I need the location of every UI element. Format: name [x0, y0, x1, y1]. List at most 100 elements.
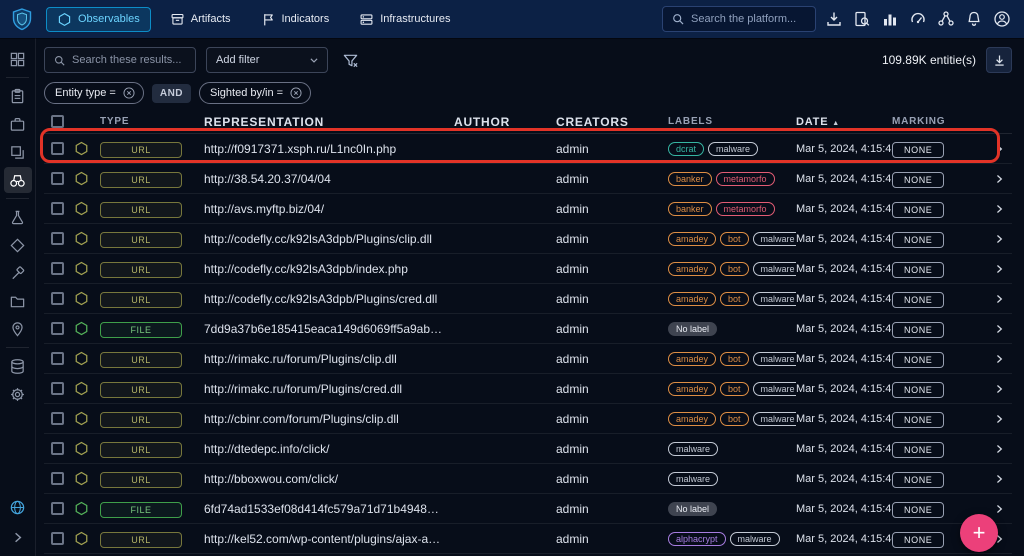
table-row[interactable]: FILE7dd9a37b6e185415eaca149d6069ff5a9abf… [44, 314, 1012, 344]
label-chip[interactable]: amadey [668, 352, 716, 366]
sidebar-item-data[interactable] [4, 353, 32, 379]
account-button[interactable] [990, 7, 1014, 31]
label-chip[interactable]: bot [720, 262, 749, 276]
label-chip[interactable]: malware [753, 352, 796, 366]
chevron-right-icon[interactable] [986, 352, 1012, 366]
column-header-date[interactable]: DATE ▲ [796, 116, 892, 128]
table-row[interactable]: URLhttp://codefly.cc/k92lsA3dpb/index.ph… [44, 254, 1012, 284]
table-row[interactable]: URLhttp://codefly.cc/k92lsA3dpb/Plugins/… [44, 284, 1012, 314]
column-header-author[interactable]: AUTHOR [454, 115, 556, 129]
table-row[interactable]: URLhttp://f0917371.xsph.ru/L1nc0In.phpad… [44, 134, 1012, 164]
filter-chip[interactable]: Entity type = [44, 82, 144, 104]
filter-chip[interactable]: Sighted by/in = [199, 82, 311, 104]
analytics-button[interactable] [878, 7, 902, 31]
sidebar-item-locations[interactable] [4, 316, 32, 342]
row-checkbox[interactable] [51, 352, 64, 365]
sidebar-item-techniques[interactable] [4, 260, 32, 286]
row-checkbox[interactable] [51, 472, 64, 485]
chevron-right-icon[interactable] [986, 412, 1012, 426]
chevron-right-icon[interactable] [986, 502, 1012, 516]
platform-search[interactable] [662, 6, 816, 32]
label-chip[interactable]: No label [668, 502, 717, 516]
row-checkbox[interactable] [51, 142, 64, 155]
label-chip[interactable]: amadey [668, 382, 716, 396]
connectors-button[interactable] [934, 7, 958, 31]
table-row[interactable]: FILE6fd74ad1533ef08d414fc579a71d71b4948a… [44, 494, 1012, 524]
tab-observables[interactable]: Observables [46, 7, 151, 32]
table-row[interactable]: URLhttp://cbinr.com/forum/Plugins/clip.d… [44, 404, 1012, 434]
add-filter-select[interactable]: Add filter [206, 47, 328, 73]
table-row[interactable]: URLhttp://dtedepc.info/click/adminmalwar… [44, 434, 1012, 464]
table-row[interactable]: URLhttp://rimakc.ru/forum/Plugins/cred.d… [44, 374, 1012, 404]
sidebar-item-dashboard[interactable] [4, 46, 32, 72]
table-row[interactable]: URLhttp://codefly.cc/k92lsA3dpb/Plugins/… [44, 224, 1012, 254]
dashboards-button[interactable] [906, 7, 930, 31]
sidebar-item-observations[interactable] [4, 167, 32, 193]
sidebar-item-analyses[interactable] [4, 83, 32, 109]
label-chip[interactable]: malware [668, 442, 718, 456]
chevron-right-icon[interactable] [986, 382, 1012, 396]
label-chip[interactable]: alphacrypt [668, 532, 726, 546]
label-chip[interactable]: bot [720, 352, 749, 366]
chevron-right-icon[interactable] [986, 442, 1012, 456]
select-all-checkbox[interactable] [51, 115, 64, 128]
table-row[interactable]: URLhttp://rimakc.ru/forum/Plugins/clip.d… [44, 344, 1012, 374]
label-chip[interactable]: malware [753, 382, 796, 396]
investigate-button[interactable] [850, 7, 874, 31]
results-search[interactable] [44, 47, 196, 73]
clear-filters-button[interactable] [338, 48, 362, 72]
opencti-logo[interactable] [10, 7, 34, 31]
row-checkbox[interactable] [51, 232, 64, 245]
sidebar-item-entities[interactable] [4, 288, 32, 314]
chevron-right-icon[interactable] [986, 472, 1012, 486]
remove-filter-icon[interactable] [122, 86, 136, 100]
remove-filter-icon[interactable] [289, 86, 303, 100]
notifications-button[interactable] [962, 7, 986, 31]
sidebar-item-threats[interactable] [4, 204, 32, 230]
row-checkbox[interactable] [51, 322, 64, 335]
chevron-right-icon[interactable] [986, 262, 1012, 276]
table-row[interactable]: URLhttp://38.54.20.37/04/04adminbankerme… [44, 164, 1012, 194]
row-checkbox[interactable] [51, 502, 64, 515]
label-chip[interactable]: malware [753, 292, 796, 306]
column-header-type[interactable]: TYPE [100, 116, 204, 127]
label-chip[interactable]: malware [708, 142, 758, 156]
tab-infrastructures[interactable]: Infrastructures [348, 7, 461, 32]
label-chip[interactable]: banker [668, 172, 712, 186]
sidebar-item-cases[interactable] [4, 111, 32, 137]
label-chip[interactable]: banker [668, 202, 712, 216]
column-header-labels[interactable]: LABELS [668, 116, 796, 127]
sidebar-language-button[interactable] [4, 494, 32, 520]
label-chip[interactable]: malware [753, 262, 796, 276]
row-checkbox[interactable] [51, 292, 64, 305]
platform-search-input[interactable] [691, 13, 807, 25]
row-checkbox[interactable] [51, 532, 64, 545]
chevron-right-icon[interactable] [986, 202, 1012, 216]
label-chip[interactable]: malware [668, 472, 718, 486]
export-download-button[interactable] [986, 47, 1012, 73]
row-checkbox[interactable] [51, 412, 64, 425]
row-checkbox[interactable] [51, 172, 64, 185]
chevron-right-icon[interactable] [986, 292, 1012, 306]
row-checkbox[interactable] [51, 202, 64, 215]
chevron-right-icon[interactable] [986, 322, 1012, 336]
label-chip[interactable]: bot [720, 292, 749, 306]
column-header-creators[interactable]: CREATORS [556, 115, 668, 129]
row-checkbox[interactable] [51, 442, 64, 455]
table-row[interactable]: URLhttp://avs.myftp.biz/04/adminbankerme… [44, 194, 1012, 224]
label-chip[interactable]: metamorfo [716, 202, 775, 216]
label-chip[interactable]: amadey [668, 412, 716, 426]
table-row[interactable]: URLhttp://bboxwou.com/click/adminmalware… [44, 464, 1012, 494]
add-observable-button[interactable]: + [960, 514, 998, 552]
column-header-representation[interactable]: REPRESENTATION [204, 115, 454, 129]
label-chip[interactable]: amadey [668, 262, 716, 276]
label-chip[interactable]: bot [720, 382, 749, 396]
label-chip[interactable]: bot [720, 412, 749, 426]
tab-artifacts[interactable]: Artifacts [159, 7, 242, 32]
label-chip[interactable]: malware [753, 232, 796, 246]
sidebar-expand-button[interactable] [4, 524, 32, 550]
chevron-right-icon[interactable] [986, 232, 1012, 246]
label-chip[interactable]: metamorfo [716, 172, 775, 186]
table-row[interactable]: URLhttp://kel52.com/wp-content/plugins/a… [44, 524, 1012, 554]
tab-indicators[interactable]: Indicators [250, 7, 341, 32]
